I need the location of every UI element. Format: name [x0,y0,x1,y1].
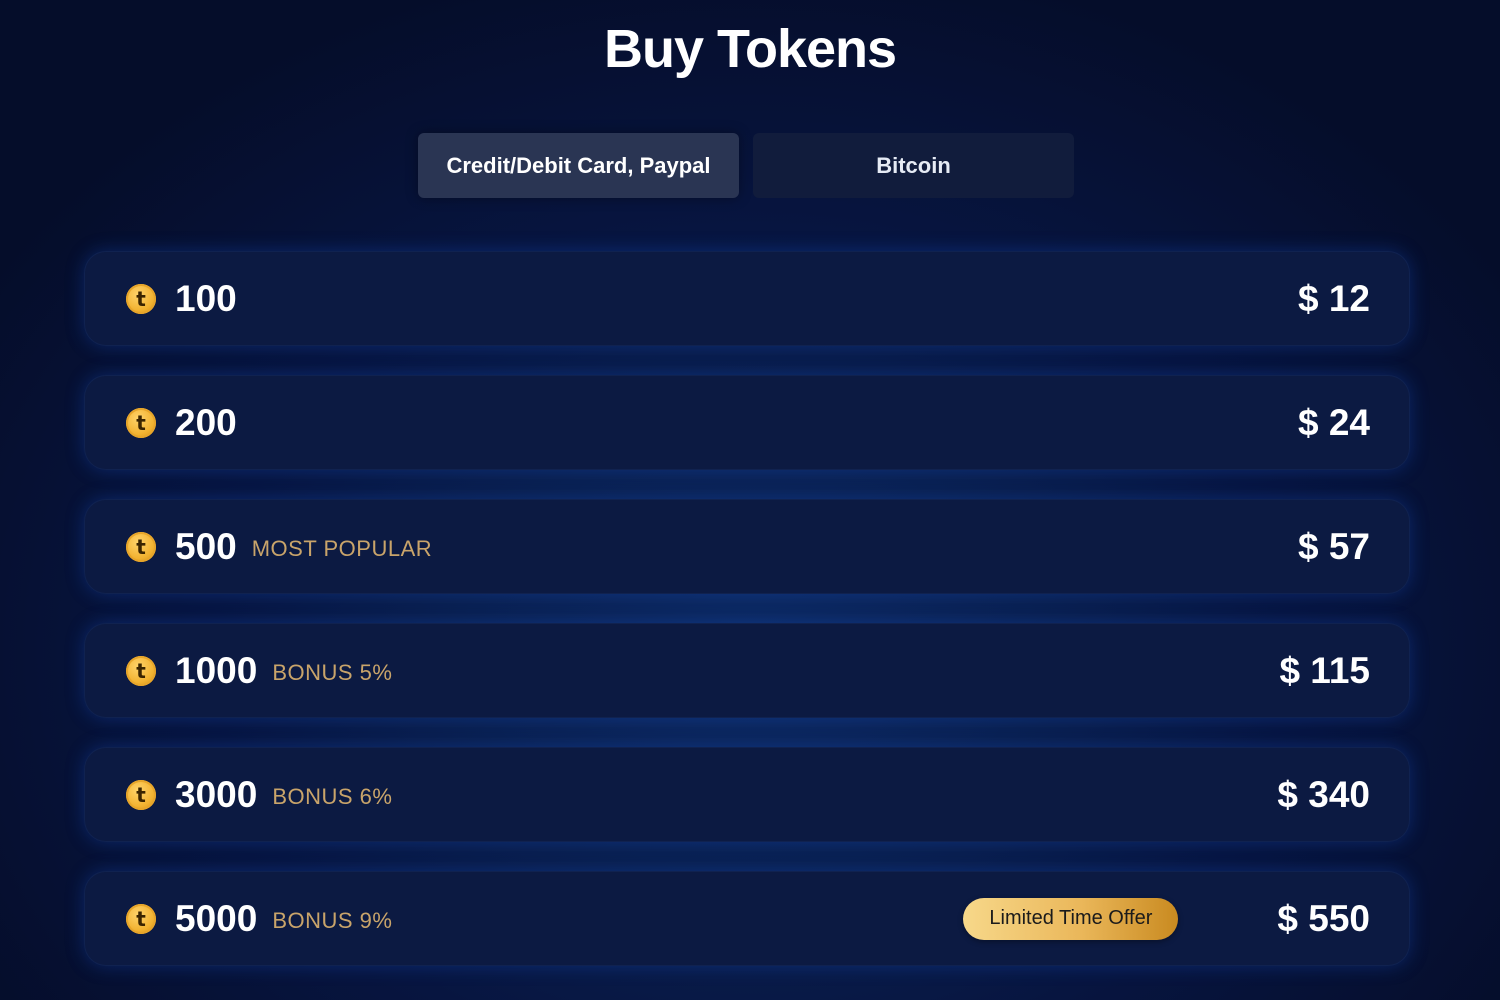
token-amount: 100 [175,277,237,319]
token-package-100[interactable]: t 100 $ 12 [84,251,1410,346]
token-package-500[interactable]: t 500 MOST POPULAR $ 57 [84,499,1410,594]
token-coin-icon: t [126,283,156,314]
token-package-1000[interactable]: t 1000 BONUS 5% $ 115 [84,623,1410,718]
limited-time-offer-badge: Limited Time Offer [963,897,1179,940]
token-package-3000[interactable]: t 3000 BONUS 6% $ 340 [84,747,1410,842]
package-price: $ 57 [1297,525,1370,567]
token-coin-icon: t [126,655,156,686]
package-price: $ 24 [1297,401,1370,443]
token-amount: 5000 [175,897,258,939]
page-title: Buy Tokens [603,19,897,79]
token-coin-icon: t [126,903,156,934]
token-package-200[interactable]: t 200 $ 24 [84,375,1410,470]
tab-bitcoin[interactable]: Bitcoin [753,133,1074,198]
tab-credit-debit-paypal[interactable]: Credit/Debit Card, Paypal [418,133,739,198]
bonus-tag: BONUS 5% [272,659,393,685]
token-coin-icon: t [126,407,156,438]
payment-method-tabs: Credit/Debit Card, Paypal Bitcoin [418,133,1074,198]
bonus-tag: BONUS 9% [272,907,393,933]
token-package-5000[interactable]: t 5000 BONUS 9% Limited Time Offer $ 550 [84,871,1410,966]
token-amount: 3000 [175,773,258,815]
token-coin-icon: t [126,531,156,562]
token-amount: 500 [175,525,237,567]
token-coin-icon: t [126,779,156,810]
token-amount: 1000 [175,649,258,691]
token-package-list: t 100 $ 12 t 200 $ 24 t 500 MOST POPULAR… [84,251,1410,995]
token-amount: 200 [175,401,237,443]
package-price: $ 340 [1277,773,1370,815]
package-price: $ 12 [1297,277,1370,319]
package-price: $ 550 [1277,897,1370,939]
bonus-tag: BONUS 6% [272,783,393,809]
most-popular-tag: MOST POPULAR [251,535,433,561]
package-price: $ 115 [1279,649,1370,691]
